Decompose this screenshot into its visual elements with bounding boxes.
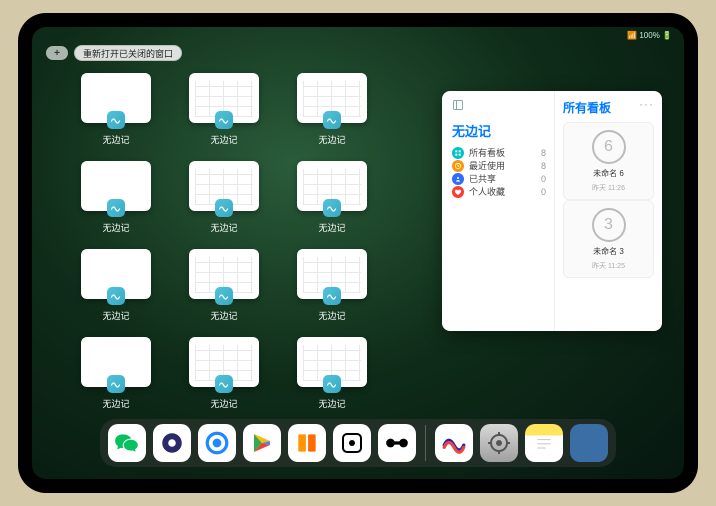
- sidebar-item-count: 8: [541, 161, 546, 171]
- sidebar-item-count: 0: [541, 174, 546, 184]
- freeform-app-icon: [107, 287, 125, 305]
- window-thumbnail[interactable]: 无边记: [288, 73, 376, 147]
- freeform-app-icon: [323, 375, 341, 393]
- heart-icon: [452, 186, 464, 198]
- dock-app-qqbrowser[interactable]: [198, 424, 236, 462]
- dock-separator: [425, 425, 426, 461]
- window-thumbnail[interactable]: 无边记: [180, 73, 268, 147]
- window-thumbnail[interactable]: 无边记: [72, 249, 160, 323]
- thumbnail-label: 无边记: [210, 397, 237, 410]
- thumbnail-label: 无边记: [210, 133, 237, 146]
- thumbnail-preview: [189, 337, 259, 387]
- dock-app-barbell[interactable]: [378, 424, 416, 462]
- thumbnail-preview: [297, 337, 367, 387]
- thumbnail-label: 无边记: [318, 133, 345, 146]
- reopen-closed-window-button[interactable]: 重新打开已关闭的窗口: [74, 45, 182, 61]
- panel-sidebar: 无边记 所有看板 8 最近使用 8 已共享 0 个人收藏 0: [442, 91, 554, 331]
- sidebar-item-label: 最近使用: [469, 159, 505, 172]
- add-button[interactable]: +: [46, 46, 68, 60]
- window-thumbnail[interactable]: 无边记: [72, 73, 160, 147]
- window-thumbnail[interactable]: 无边记: [288, 249, 376, 323]
- panel-content: 所有看板 6 未命名 6 昨天 11:263 未命名 3 昨天 11:25: [554, 91, 662, 331]
- board-name: 未命名 6: [593, 168, 624, 179]
- clock-icon: [452, 160, 464, 172]
- board-sketch: 3: [592, 208, 626, 242]
- thumbnail-label: 无边记: [210, 221, 237, 234]
- thumbnail-label: 无边记: [102, 221, 129, 234]
- window-thumbnail[interactable]: 无边记: [288, 161, 376, 235]
- freeform-app-icon: [215, 199, 233, 217]
- thumbnail-preview: [81, 73, 151, 123]
- people-icon: [452, 173, 464, 185]
- dock-app-quark[interactable]: [153, 424, 191, 462]
- sidebar-panel: ··· 无边记 所有看板 8 最近使用 8 已共享 0 个人收藏 0 所有看板 …: [442, 91, 662, 331]
- thumbnail-preview: [189, 73, 259, 123]
- thumbnail-preview: [189, 249, 259, 299]
- dock: [100, 419, 616, 467]
- sidebar-item[interactable]: 个人收藏 0: [452, 185, 546, 198]
- thumbnail-label: 无边记: [102, 397, 129, 410]
- freeform-app-icon: [323, 199, 341, 217]
- more-icon[interactable]: ···: [639, 97, 654, 111]
- freeform-app-icon: [323, 111, 341, 129]
- dock-app-notes[interactable]: [525, 424, 563, 462]
- grid-icon: [452, 147, 464, 159]
- board-card[interactable]: 3 未命名 3 昨天 11:25: [563, 200, 654, 278]
- thumbnail-label: 无边记: [318, 221, 345, 234]
- sidebar-item-count: 8: [541, 148, 546, 158]
- panel-sidebar-icon: [452, 99, 546, 111]
- freeform-app-icon: [107, 111, 125, 129]
- window-thumbnail[interactable]: 无边记: [288, 337, 376, 411]
- dock-app-settings[interactable]: [480, 424, 518, 462]
- freeform-app-icon: [107, 375, 125, 393]
- freeform-app-icon: [215, 375, 233, 393]
- board-name: 未命名 3: [593, 246, 624, 257]
- window-thumbnail[interactable]: 无边记: [180, 161, 268, 235]
- dock-app-play[interactable]: [243, 424, 281, 462]
- screen: 📶 100% 🔋 + 重新打开已关闭的窗口 无边记 无边记 无边记 无边记 无边…: [32, 27, 684, 479]
- dock-app-books[interactable]: [288, 424, 326, 462]
- thumbnail-preview: [81, 337, 151, 387]
- dock-app-freeform[interactable]: [435, 424, 473, 462]
- freeform-app-icon: [215, 287, 233, 305]
- thumbnail-label: 无边记: [318, 309, 345, 322]
- thumbnail-preview: [297, 161, 367, 211]
- thumbnail-preview: [189, 161, 259, 211]
- thumbnail-preview: [297, 249, 367, 299]
- thumbnail-preview: [81, 249, 151, 299]
- status-bar: 📶 100% 🔋: [627, 31, 672, 40]
- sidebar-item-label: 所有看板: [469, 146, 505, 159]
- board-card[interactable]: 6 未命名 6 昨天 11:26: [563, 122, 654, 200]
- board-date: 昨天 11:25: [592, 261, 625, 271]
- sidebar-item[interactable]: 已共享 0: [452, 172, 546, 185]
- board-sketch: 6: [592, 130, 626, 164]
- window-thumbnail[interactable]: 无边记: [72, 337, 160, 411]
- window-thumbnail[interactable]: 无边记: [180, 337, 268, 411]
- sidebar-item[interactable]: 所有看板 8: [452, 146, 546, 159]
- dock-app-dice[interactable]: [333, 424, 371, 462]
- freeform-app-icon: [107, 199, 125, 217]
- sidebar-item[interactable]: 最近使用 8: [452, 159, 546, 172]
- sidebar-item-label: 个人收藏: [469, 185, 505, 198]
- dock-app-app-folder[interactable]: [570, 424, 608, 462]
- panel-title: 无边记: [452, 121, 546, 140]
- thumbnail-preview: [81, 161, 151, 211]
- thumbnail-label: 无边记: [102, 133, 129, 146]
- window-thumbnail[interactable]: 无边记: [180, 249, 268, 323]
- board-date: 昨天 11:26: [592, 183, 625, 193]
- sidebar-item-count: 0: [541, 187, 546, 197]
- thumbnail-label: 无边记: [318, 397, 345, 410]
- thumbnail-label: 无边记: [102, 309, 129, 322]
- dock-app-wechat[interactable]: [108, 424, 146, 462]
- ipad-frame: 📶 100% 🔋 + 重新打开已关闭的窗口 无边记 无边记 无边记 无边记 无边…: [18, 13, 698, 493]
- freeform-app-icon: [323, 287, 341, 305]
- app-expose-grid: 无边记 无边记 无边记 无边记 无边记 无边记 无边记 无边记 无边记 无边记 …: [72, 73, 376, 411]
- thumbnail-preview: [297, 73, 367, 123]
- freeform-app-icon: [215, 111, 233, 129]
- window-thumbnail[interactable]: 无边记: [72, 161, 160, 235]
- top-toolbar: + 重新打开已关闭的窗口: [46, 45, 182, 61]
- thumbnail-label: 无边记: [210, 309, 237, 322]
- sidebar-item-label: 已共享: [469, 172, 496, 185]
